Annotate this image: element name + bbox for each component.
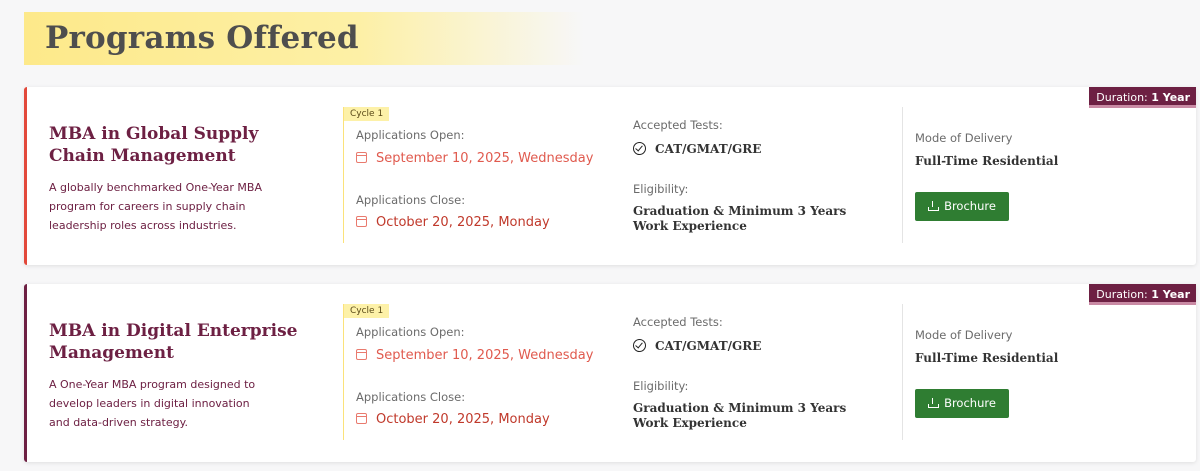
download-icon xyxy=(928,201,940,211)
program-title: MBA in Digital Enterprise Management xyxy=(49,321,298,363)
applications-close-date: October 20, 2025, Monday xyxy=(356,412,550,427)
program-card: Duration: 1 Year MBA in Global Supply Ch… xyxy=(24,87,1196,265)
cycle-dates-column: Cycle 1 Applications Open: September 10,… xyxy=(343,304,593,440)
applications-open-date: September 10, 2025, Wednesday xyxy=(356,348,593,363)
applications-open-label: Applications Open: xyxy=(356,128,465,142)
applications-close-date: October 20, 2025, Monday xyxy=(356,215,550,230)
brochure-button[interactable]: Brochure xyxy=(915,192,1009,221)
duration-badge: Duration: 1 Year xyxy=(1089,87,1196,108)
accepted-tests-value: CAT/GMAT/GRE xyxy=(633,142,761,156)
calendar-icon xyxy=(356,349,367,360)
program-description: A One-Year MBA program designed to devel… xyxy=(49,378,256,429)
calendar-icon xyxy=(356,413,367,424)
cycle-badge: Cycle 1 xyxy=(344,107,390,121)
mode-of-delivery-value: Full-Time Residential xyxy=(915,351,1059,365)
program-card: Duration: 1 Year MBA in Digital Enterpri… xyxy=(24,284,1196,462)
page-title: Programs Offered xyxy=(45,20,359,56)
applications-close-label: Applications Close: xyxy=(356,193,466,207)
cycle-badge: Cycle 1 xyxy=(344,304,390,318)
check-circle-icon xyxy=(633,339,646,352)
check-circle-icon xyxy=(633,142,646,155)
eligibility-value: Graduation & Minimum 3 Years Work Experi… xyxy=(633,401,847,430)
calendar-icon xyxy=(356,216,367,227)
program-title: MBA in Global Supply Chain Management xyxy=(49,124,259,166)
mode-of-delivery-value: Full-Time Residential xyxy=(915,154,1059,168)
mode-of-delivery-label: Mode of Delivery xyxy=(915,328,1013,342)
mode-of-delivery-label: Mode of Delivery xyxy=(915,131,1013,145)
brochure-button[interactable]: Brochure xyxy=(915,389,1009,418)
accepted-tests-label: Accepted Tests: xyxy=(633,118,723,132)
calendar-icon xyxy=(356,152,367,163)
duration-badge: Duration: 1 Year xyxy=(1089,284,1196,305)
download-icon xyxy=(928,398,940,408)
applications-close-label: Applications Close: xyxy=(356,390,466,404)
accepted-tests-label: Accepted Tests: xyxy=(633,315,723,329)
cycle-dates-column: Cycle 1 Applications Open: September 10,… xyxy=(343,107,593,243)
column-divider xyxy=(902,304,903,440)
program-description: A globally benchmarked One-Year MBA prog… xyxy=(49,181,262,232)
column-divider xyxy=(902,107,903,243)
eligibility-label: Eligibility: xyxy=(633,379,689,393)
eligibility-label: Eligibility: xyxy=(633,182,689,196)
accepted-tests-value: CAT/GMAT/GRE xyxy=(633,339,761,353)
applications-open-date: September 10, 2025, Wednesday xyxy=(356,151,593,166)
applications-open-label: Applications Open: xyxy=(356,325,465,339)
eligibility-value: Graduation & Minimum 3 Years Work Experi… xyxy=(633,204,847,233)
section-heading-banner: Programs Offered xyxy=(24,12,584,65)
